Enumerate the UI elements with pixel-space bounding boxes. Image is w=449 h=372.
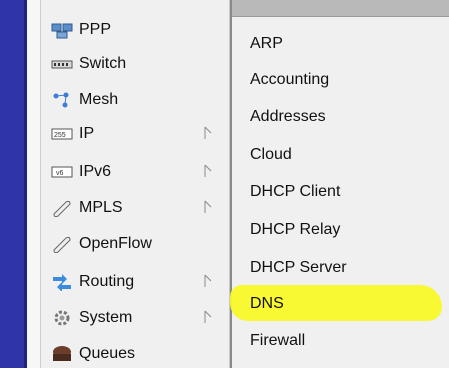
menu-item-ip[interactable]: 255 IP — [41, 116, 229, 152]
submenu-label: Accounting — [250, 71, 330, 88]
main-menu: PPP Switch Mesh 255 IP v6 IPv6 MPLS Open… — [40, 0, 229, 368]
menu-label: IP — [79, 125, 95, 142]
submenu-arrow-icon — [204, 126, 212, 139]
openflow-icon — [51, 234, 73, 254]
submenu-top-bar — [230, 0, 449, 17]
submenu-label: DHCP Client — [250, 183, 341, 200]
submenu-item-addresses[interactable]: Addresses — [230, 99, 449, 135]
menu-item-openflow[interactable]: OpenFlow — [41, 226, 229, 262]
submenu-label: DHCP Relay — [250, 221, 341, 238]
menu-label: Routing — [79, 273, 135, 290]
menu-label: OpenFlow — [79, 235, 152, 252]
menu-label: Mesh — [79, 91, 119, 108]
window-edge — [0, 0, 24, 368]
submenu-item-cloud[interactable]: Cloud — [230, 137, 449, 173]
menu-item-mpls[interactable]: MPLS — [41, 190, 229, 226]
menu-label: MPLS — [79, 199, 123, 216]
menu-item-system[interactable]: System — [41, 300, 229, 336]
submenu-item-arp[interactable]: ARP — [230, 26, 449, 62]
ipv6-icon: v6 — [51, 162, 73, 182]
switch-icon — [51, 54, 73, 74]
submenu-item-dhcp-server[interactable]: DHCP Server — [230, 250, 449, 286]
menu-label: PPP — [79, 21, 112, 38]
submenu-label: DNS — [250, 295, 284, 312]
submenu-label: Addresses — [250, 108, 326, 125]
menu-item-mesh[interactable]: Mesh — [41, 82, 229, 118]
submenu-item-dhcp-client[interactable]: DHCP Client — [230, 174, 449, 210]
submenu-label: Firewall — [250, 332, 306, 349]
queues-icon — [51, 344, 73, 364]
submenu-item-dhcp-relay[interactable]: DHCP Relay — [230, 212, 449, 248]
submenu-label: DHCP Server — [250, 259, 347, 276]
menu-item-queues[interactable]: Queues — [41, 336, 229, 372]
menu-item-ipv6[interactable]: v6 IPv6 — [41, 154, 229, 190]
submenu-arrow-icon — [204, 310, 212, 323]
submenu-item-firewall[interactable]: Firewall — [230, 323, 449, 359]
routing-icon — [51, 272, 73, 292]
menu-label: System — [79, 309, 133, 326]
menu-item-routing[interactable]: Routing — [41, 264, 229, 300]
ip-icon: 255 — [51, 124, 73, 144]
mpls-icon — [51, 198, 73, 218]
submenu-arrow-icon — [204, 274, 212, 287]
ppp-icon — [51, 20, 73, 40]
submenu-arrow-icon — [204, 200, 212, 213]
submenu-item-dns[interactable]: DNS — [230, 286, 449, 322]
submenu-item-accounting[interactable]: Accounting — [230, 62, 449, 98]
menu-item-ppp[interactable]: PPP — [41, 12, 229, 48]
menu-label: Switch — [79, 55, 127, 72]
submenu-label: Cloud — [250, 146, 292, 163]
svg-text:255: 255 — [54, 132, 66, 139]
svg-text:v6: v6 — [56, 170, 64, 177]
ip-submenu: ARP Accounting Addresses Cloud DHCP Clie… — [230, 0, 449, 368]
window-gap — [27, 0, 40, 368]
menu-label: Queues — [79, 345, 136, 362]
submenu-arrow-icon — [204, 164, 212, 177]
system-icon — [51, 308, 73, 328]
submenu-label: ARP — [250, 35, 283, 52]
menu-item-switch[interactable]: Switch — [41, 46, 229, 82]
menu-label: IPv6 — [79, 163, 112, 180]
mesh-icon — [51, 90, 73, 110]
